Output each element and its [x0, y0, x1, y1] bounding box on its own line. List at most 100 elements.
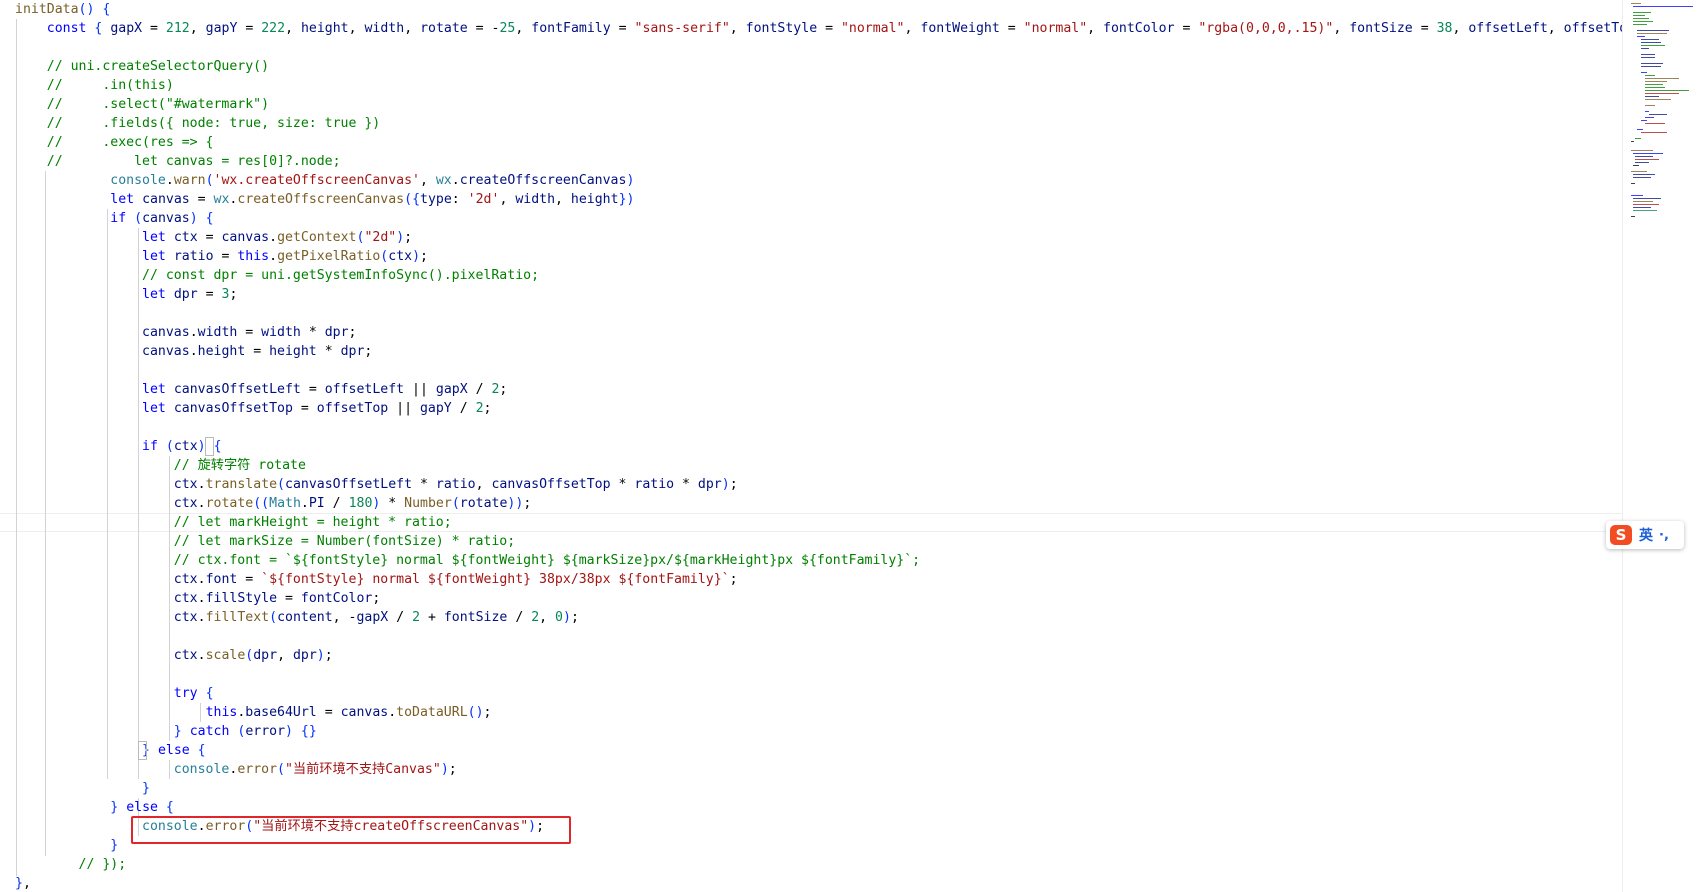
code-line-2: const { gapX = 212, gapY = 222, height, … — [46, 21, 1622, 36]
minimap-line — [1645, 75, 1655, 76]
minimap-line — [1641, 39, 1659, 40]
minimap-line — [1641, 42, 1661, 43]
minimap-line — [1635, 156, 1653, 157]
code-line-16: let dpr = 3; — [142, 287, 238, 302]
code-line-25: // 旋转字符 rotate — [15, 458, 306, 473]
minimap-line — [1645, 117, 1654, 118]
minimap-line — [1641, 72, 1647, 73]
minimap-line — [1631, 195, 1643, 196]
minimap-line — [1645, 93, 1679, 94]
ime-language-toggle[interactable]: 英 — [1639, 525, 1653, 545]
code-line-8: // .exec(res => { — [15, 135, 214, 150]
minimap-line — [1645, 111, 1649, 112]
code-line-31: ctx.font = `${fontStyle} normal ${fontWe… — [173, 572, 738, 587]
code-line-35: ctx.scale(dpr, dpr); — [173, 648, 333, 663]
minimap-line — [1633, 204, 1659, 205]
code-line-1: initData() { — [15, 2, 111, 17]
minimap-line — [1637, 33, 1667, 34]
code-line-41: console.error("当前环境不支持Canvas"); — [173, 762, 457, 777]
bracket-match-marker — [205, 437, 214, 456]
code-line-5: // .in(this) — [15, 78, 174, 93]
minimap-line — [1641, 48, 1649, 49]
minimap-line — [1637, 129, 1643, 130]
code-line-43: } else { — [110, 800, 174, 815]
code-line-27: ctx.rotate((Math.PI / 180) * Number(rota… — [173, 496, 532, 511]
code-line-46: // }); — [15, 857, 127, 872]
minimap-line — [1645, 84, 1663, 85]
ime-punctuation-toggle[interactable]: ·, — [1659, 528, 1669, 543]
minimap-line — [1635, 159, 1659, 160]
code-line-37: try { — [173, 686, 214, 701]
code-line-6: // .select("#watermark") — [15, 97, 270, 112]
minimap-line — [1641, 57, 1655, 58]
minimap-line — [1645, 123, 1665, 124]
code-line-40: } else { — [142, 743, 206, 758]
minimap-line — [1633, 21, 1653, 22]
code-line-26: ctx.translate(canvasOffsetLeft * ratio, … — [173, 477, 738, 492]
minimap[interactable] — [1622, 0, 1706, 892]
minimap-line — [1633, 18, 1649, 19]
minimap-line — [1635, 138, 1641, 139]
minimap-line — [1645, 96, 1659, 97]
code-line-38: this.base64Url = canvas.toDataURL(); — [205, 705, 492, 720]
code-line-11: let canvas = wx.createOffscreenCanvas({t… — [110, 192, 635, 207]
minimap-line — [1633, 177, 1651, 178]
minimap-line — [1645, 99, 1671, 100]
minimap-line — [1631, 171, 1647, 172]
code-line-18: canvas.width = width * dpr; — [142, 325, 357, 340]
minimap-line — [1637, 36, 1645, 37]
code-line-33: ctx.fillText(content, -gapX / 2 + fontSi… — [173, 610, 579, 625]
bracket-match-marker — [138, 741, 147, 760]
minimap-line — [1645, 105, 1655, 106]
minimap-line — [1631, 216, 1635, 217]
code-line-14: let ratio = this.getPixelRatio(ctx); — [142, 249, 428, 264]
ime-toolbar[interactable]: S 英 ·, — [1606, 521, 1684, 549]
minimap-line — [1631, 183, 1635, 184]
minimap-line — [1649, 114, 1667, 115]
code-area[interactable]: initData() { const { gapX = 212, gapY = … — [15, 0, 1622, 892]
code-line-10: console.warn('wx.createOffscreenCanvas',… — [110, 173, 635, 188]
code-line-45: } — [110, 838, 119, 853]
code-line-32: ctx.fillStyle = fontColor; — [173, 591, 381, 606]
minimap-line — [1641, 45, 1665, 46]
minimap-line — [1633, 165, 1639, 166]
minimap-line — [1641, 120, 1647, 121]
minimap-line — [1633, 6, 1693, 7]
minimap-line — [1633, 24, 1647, 25]
code-line-13: let ctx = canvas.getContext("2d"); — [142, 230, 413, 245]
code-line-12: if (canvas) { — [110, 211, 214, 226]
code-line-24: if (ctx) { — [142, 439, 222, 454]
minimap-line — [1633, 12, 1651, 13]
sogou-logo-icon[interactable]: S — [1610, 525, 1632, 545]
code-line-39: } catch (error) {} — [173, 724, 317, 739]
code-line-7: // .fields({ node: true, size: true }) — [15, 116, 381, 131]
code-line-19: canvas.height = height * dpr; — [142, 344, 373, 359]
minimap-line — [1635, 162, 1649, 163]
code-line-21: let canvasOffsetLeft = offsetLeft || gap… — [142, 382, 508, 397]
code-line-28: // let markHeight = height * ratio; — [15, 515, 452, 530]
minimap-line — [1633, 153, 1663, 154]
code-line-9: // let canvas = res[0]?.node; — [15, 154, 341, 169]
minimap-line — [1641, 63, 1663, 64]
code-line-22: let canvasOffsetTop = offsetTop || gapY … — [142, 401, 492, 416]
minimap-line — [1633, 15, 1645, 16]
code-line-4: // uni.createSelectorQuery() — [15, 59, 270, 74]
minimap-line — [1641, 66, 1661, 67]
minimap-line — [1633, 201, 1653, 202]
minimap-line — [1645, 78, 1679, 79]
minimap-line — [1641, 132, 1667, 133]
code-line-47: }, — [15, 876, 31, 891]
code-editor[interactable]: initData() { const { gapX = 212, gapY = … — [0, 0, 1622, 892]
minimap-line — [1631, 150, 1653, 151]
minimap-line — [1633, 174, 1655, 175]
minimap-line — [1645, 81, 1667, 82]
annotation-highlight-box — [131, 816, 571, 844]
minimap-line — [1641, 54, 1655, 55]
minimap-line — [1637, 30, 1669, 31]
code-line-15: // const dpr = uni.getSystemInfoSync().p… — [15, 268, 540, 283]
minimap-line — [1631, 141, 1634, 142]
code-line-29: // let markSize = Number(fontSize) * rat… — [15, 534, 516, 549]
minimap-line — [1645, 90, 1689, 91]
minimap-line — [1633, 207, 1651, 208]
code-line-30: // ctx.font = `${fontStyle} normal ${fon… — [15, 553, 921, 568]
